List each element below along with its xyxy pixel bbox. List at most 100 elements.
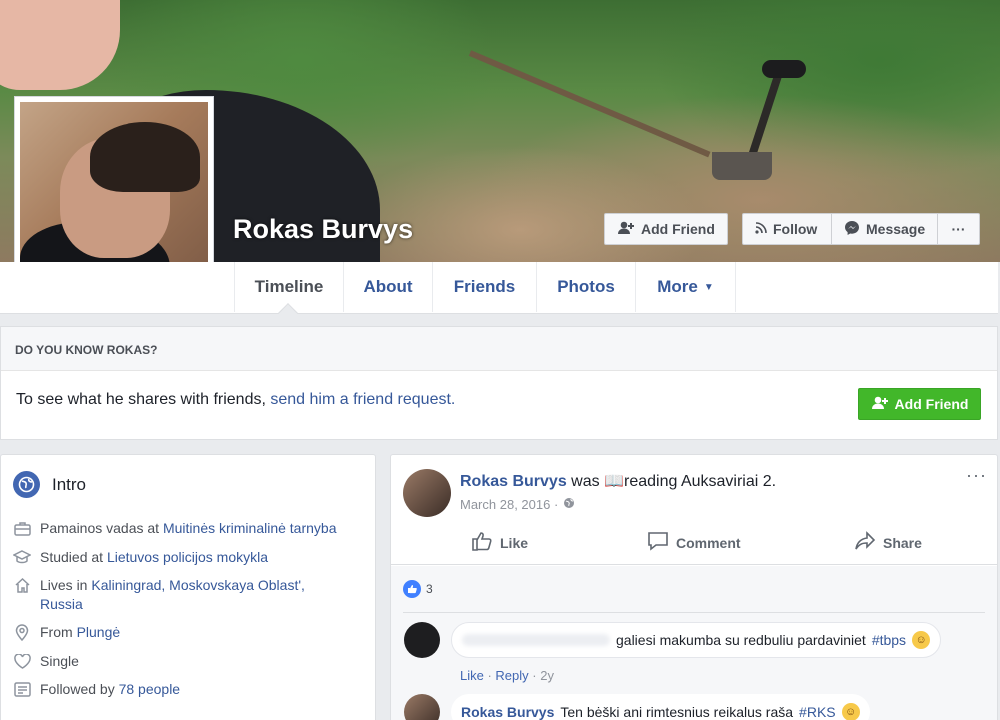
timeline-post: Rokas Burvys was 📖reading Auksaviriai 2.… (390, 454, 998, 720)
intro-header: Intro (13, 471, 86, 498)
tab-more[interactable]: More ▼ (636, 262, 736, 312)
home-icon (13, 576, 31, 594)
book-icon: 📖 (604, 473, 624, 490)
reply-author-name[interactable]: Rokas Burvys (461, 704, 554, 720)
post-was: was (571, 473, 600, 490)
lives-link-country[interactable]: Russia (40, 596, 83, 612)
like-reaction-icon (403, 580, 421, 598)
laughing-emoji-icon: ☺ (841, 703, 860, 720)
intro-work: Pamainos vadas at Muitinės kriminalinė t… (13, 519, 353, 538)
profile-tabs: Timeline About Friends Photos More ▼ (0, 262, 998, 314)
cover-stick (468, 50, 711, 158)
shovel-blade (712, 152, 772, 180)
like-button[interactable]: Like (471, 531, 528, 554)
reply-text: Ten bėški ani rimtesnius reikalus raša (560, 704, 794, 720)
post-header: Rokas Burvys was 📖reading Auksaviriai 2. (460, 471, 776, 491)
follow-label: Follow (773, 221, 818, 237)
tab-photos[interactable]: Photos (537, 262, 636, 312)
friend-request-prompt: DO YOU KNOW ROKAS? To see what he shares… (0, 326, 998, 440)
tab-friends[interactable]: Friends (433, 262, 537, 312)
message-button[interactable]: Message (832, 213, 938, 245)
study-prefix: Studied at (40, 549, 104, 565)
comment-time[interactable]: 2y (540, 668, 554, 683)
messenger-icon (844, 220, 860, 239)
reply-author-avatar[interactable] (404, 694, 440, 720)
share-arrow-icon (854, 531, 876, 554)
share-label: Share (883, 534, 922, 551)
shovel-grip (762, 60, 806, 78)
add-friend-green-label: Add Friend (894, 396, 969, 412)
comment-button[interactable]: Comment (647, 531, 741, 554)
laughing-emoji-icon: ☺ (912, 631, 931, 649)
post-options-button[interactable]: ··· (966, 465, 987, 486)
lives-link[interactable]: Kaliningrad, Moskovskaya Oblast', (91, 577, 305, 593)
study-link[interactable]: Lietuvos policijos mokykla (107, 549, 268, 565)
post-activity: reading Auksaviriai 2. (624, 473, 777, 490)
intro-from: From Plungė (13, 623, 353, 642)
comment-bubble: galiesi makumba su redbuliu pardaviniet … (451, 622, 942, 658)
post-date[interactable]: March 28, 2016 · (460, 497, 558, 512)
profile-name[interactable]: Rokas Burvys (233, 214, 413, 245)
blurred-commenter-name (462, 634, 610, 646)
intro-lives: Lives in Kaliningrad, Moskovskaya Oblast… (13, 576, 353, 614)
add-friend-button[interactable]: Add Friend (604, 213, 728, 245)
thumbs-up-icon (471, 531, 493, 554)
feed-icon (13, 680, 31, 698)
reactions-summary[interactable]: 3 (403, 580, 433, 598)
comment-reply-link[interactable]: Reply (495, 668, 528, 683)
cover-face (0, 0, 120, 90)
comments-divider (403, 612, 985, 613)
intro-education: Studied at Lietuvos policijos mokykla (13, 548, 353, 567)
comments-section: 3 galiesi makumba su redbuliu pardavinie… (391, 566, 997, 720)
comment-meta: Like · Reply · 2y (460, 668, 554, 683)
add-friend-icon (617, 221, 635, 238)
heart-icon (13, 652, 31, 670)
comment-like-link[interactable]: Like (460, 668, 484, 683)
likes-count: 3 (426, 582, 433, 596)
intro-title: Intro (52, 474, 87, 494)
tab-about[interactable]: About (344, 262, 433, 312)
globe-icon (13, 471, 40, 498)
commenter-avatar[interactable] (404, 622, 440, 658)
intro-followers: Followed by 78 people (13, 680, 353, 699)
work-link[interactable]: Muitinės kriminalinė tarnyba (163, 520, 337, 536)
reply-bubble: Rokas Burvys Ten bėški ani rimtesnius re… (451, 694, 870, 720)
relationship-status: Single (40, 653, 79, 669)
caret-down-icon: ▼ (703, 281, 714, 293)
add-friend-label: Add Friend (641, 221, 715, 237)
add-friend-icon (871, 396, 889, 413)
prompt-text: To see what he shares with friends, send… (16, 391, 455, 409)
location-pin-icon (13, 623, 31, 641)
profile-picture-image (20, 102, 208, 288)
tab-more-label: More (657, 277, 698, 296)
share-button[interactable]: Share (854, 531, 922, 554)
comment-hashtag[interactable]: #tbps (872, 632, 906, 648)
comment-icon (647, 531, 669, 554)
post-timestamp: March 28, 2016 · (460, 497, 575, 512)
intro-relationship: Single (13, 652, 353, 671)
briefcase-icon (13, 519, 31, 537)
profile-hair (90, 122, 200, 192)
profile-more-button[interactable]: ··· (938, 213, 980, 245)
comment-label: Comment (676, 534, 741, 551)
intro-card: Intro Pamainos vadas at Muitinės krimina… (0, 454, 376, 720)
rss-icon (755, 221, 767, 237)
lives-prefix: Lives in (40, 577, 88, 593)
prompt-text-main: To see what he shares with friends, (16, 391, 266, 408)
follow-button[interactable]: Follow (742, 213, 832, 245)
comment-text: galiesi makumba su redbuliu pardaviniet (616, 632, 866, 648)
like-label: Like (500, 534, 529, 551)
prompt-heading: DO YOU KNOW ROKAS? (1, 327, 997, 371)
followers-link[interactable]: 78 people (119, 681, 181, 697)
send-request-link[interactable]: send him a friend request. (270, 391, 455, 408)
reply-hashtag[interactable]: #RKS (799, 704, 836, 720)
from-link[interactable]: Plungė (77, 624, 121, 640)
public-globe-icon (563, 497, 575, 512)
work-prefix: Pamainos vadas at (40, 520, 160, 536)
post-author-avatar[interactable] (403, 469, 451, 517)
add-friend-green-button[interactable]: Add Friend (858, 388, 981, 420)
followed-prefix: Followed by (40, 681, 115, 697)
from-prefix: From (40, 624, 73, 640)
graduation-cap-icon (13, 548, 31, 566)
post-author-name[interactable]: Rokas Burvys (460, 473, 567, 490)
